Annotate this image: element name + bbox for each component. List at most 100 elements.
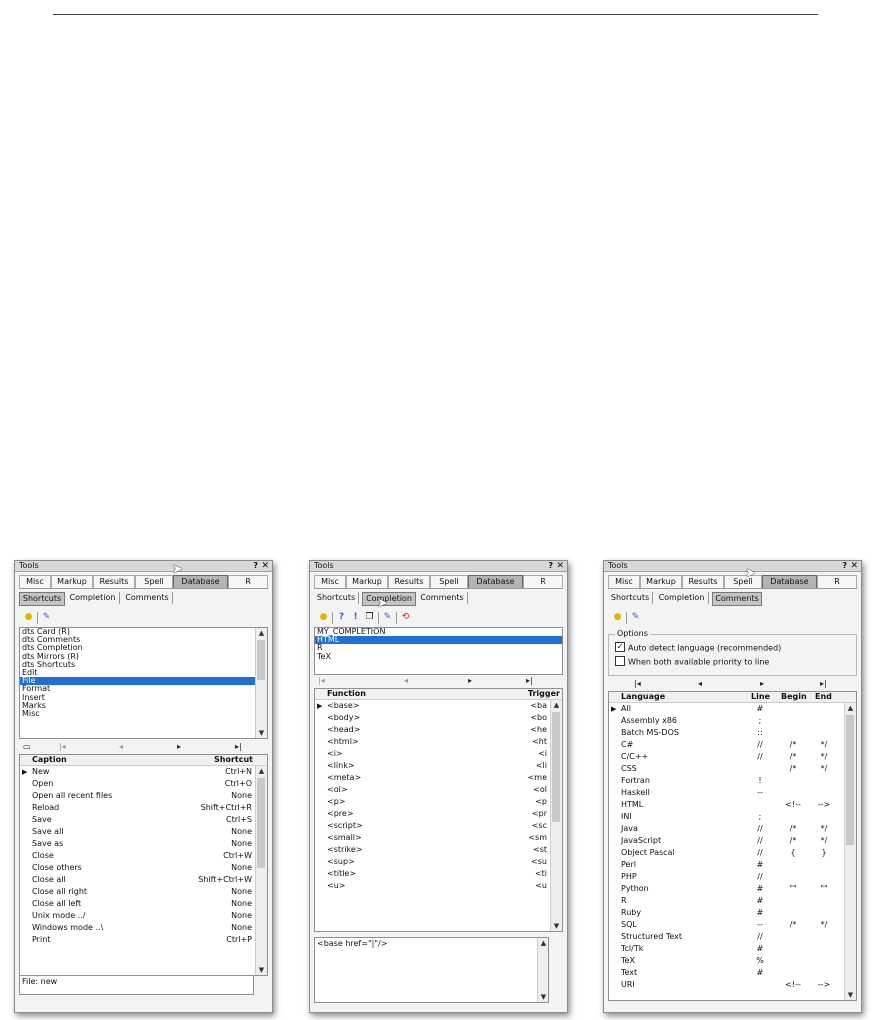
table-row[interactable]: C/C++ // /* */ — [609, 751, 856, 763]
scroll-thumb[interactable] — [257, 778, 265, 868]
list-item[interactable]: Insert — [20, 693, 267, 702]
table-row[interactable]: Close all Shift+Ctrl+W — [20, 874, 267, 886]
last-record-icon[interactable]: ▸| — [235, 741, 242, 752]
table-row[interactable]: Haskell -- — [609, 787, 856, 799]
scroll-up-icon[interactable]: ▲ — [551, 700, 562, 710]
bulb-icon[interactable]: ● — [318, 612, 329, 623]
table-row[interactable]: Structured Text // — [609, 931, 856, 943]
last-record-icon[interactable]: ▸| — [820, 678, 827, 689]
table-row[interactable]: <p> <p — [315, 796, 562, 808]
bulb-icon[interactable]: ● — [612, 612, 623, 623]
tab-markup[interactable]: Markup — [346, 575, 388, 588]
table-row[interactable]: TeX% — [609, 955, 856, 967]
list-item[interactable]: Format — [20, 685, 267, 693]
next-record-icon[interactable]: ▸ — [468, 675, 472, 686]
close-icon[interactable]: ✕ — [850, 561, 858, 571]
tab-results[interactable]: Results — [682, 575, 724, 588]
list-item-selected[interactable]: HTML — [315, 635, 562, 645]
table-row[interactable]: ▶ All # — [609, 703, 856, 715]
table-row[interactable]: Print Ctrl+P — [20, 934, 267, 946]
priority-line-checkbox[interactable]: When both available priority to line — [615, 656, 769, 668]
table-row[interactable]: CSS /* */ — [609, 763, 856, 775]
help-icon[interactable]: ? — [548, 561, 553, 571]
checkbox-unchecked[interactable] — [615, 656, 625, 666]
table-row[interactable]: Object Pascal // {} — [609, 847, 856, 859]
bulb-icon[interactable]: ● — [23, 612, 34, 623]
tab-misc[interactable]: Misc — [608, 575, 640, 588]
scroll-up-icon[interactable]: ▲ — [256, 628, 267, 638]
edit-icon[interactable]: ✎ — [41, 612, 52, 623]
scroll-down-icon[interactable]: ▼ — [256, 728, 267, 738]
scroll-down-icon[interactable]: ▼ — [845, 990, 856, 1000]
subtab-comments[interactable]: Comments — [122, 592, 173, 604]
subtab-completion[interactable]: Completion — [66, 592, 120, 604]
table-row[interactable]: ▶ <base> <ba — [315, 700, 562, 712]
prev-record-icon[interactable]: ◂ — [119, 741, 123, 752]
table-row[interactable]: Unix mode ../ None — [20, 910, 267, 922]
memo-scrollbar[interactable]: ▲ ▼ — [537, 938, 548, 1002]
edit-icon[interactable]: ✎ — [382, 612, 393, 623]
list-item[interactable]: Marks — [20, 701, 267, 710]
column-header-function[interactable]: Function — [327, 689, 366, 699]
tab-misc[interactable]: Misc — [19, 575, 51, 588]
tab-spell[interactable]: Spell — [724, 575, 762, 588]
column-header-trigger[interactable]: Trigger — [528, 689, 560, 699]
table-row[interactable]: R # — [609, 895, 856, 907]
table-row[interactable]: Close Ctrl+W — [20, 850, 267, 862]
column-header-shortcut[interactable]: Shortcut — [214, 755, 253, 765]
scroll-down-icon[interactable]: ▼ — [256, 965, 267, 975]
tab-markup[interactable]: Markup — [640, 575, 682, 588]
scroll-up-icon[interactable]: ▲ — [256, 766, 267, 776]
table-row[interactable]: Close all left None — [20, 898, 267, 910]
table-row[interactable]: C# // /* */ — [609, 739, 856, 751]
table-row[interactable]: Fortran! — [609, 775, 856, 787]
tab-results[interactable]: Results — [93, 575, 135, 588]
history-icon[interactable]: ⟲ — [400, 612, 411, 623]
scroll-up-icon[interactable]: ▲ — [845, 703, 856, 713]
table-row[interactable]: Close all right None — [20, 886, 267, 898]
table-row[interactable]: Ruby # — [609, 907, 856, 919]
table-row[interactable]: <head> <he — [315, 724, 562, 736]
table-row[interactable]: Save as None — [20, 838, 267, 850]
column-header-caption[interactable]: Caption — [32, 755, 67, 765]
subtab-shortcuts[interactable]: Shortcuts — [314, 592, 359, 604]
column-header-language[interactable]: Language — [621, 692, 665, 702]
first-record-icon[interactable]: |◂ — [634, 678, 641, 689]
scroll-thumb[interactable] — [846, 715, 854, 845]
scroll-up-icon[interactable]: ▲ — [538, 938, 549, 948]
table-row[interactable]: <script> <sc — [315, 820, 562, 832]
language-list[interactable]: MY_COMPLETION HTML R TeX — [314, 627, 563, 675]
subtab-shortcuts[interactable]: Shortcuts — [608, 592, 653, 604]
list-item[interactable]: dts Shortcuts — [20, 660, 267, 669]
edit-icon[interactable]: ✎ — [630, 612, 641, 623]
table-row[interactable]: <u> <u — [315, 880, 562, 892]
copy-icon[interactable]: ❐ — [364, 612, 375, 623]
tab-markup[interactable]: Markup — [51, 575, 93, 588]
first-record-icon[interactable]: |◂ — [318, 675, 325, 686]
grid-scrollbar[interactable]: ▲ ▼ — [255, 766, 267, 975]
tab-database[interactable]: Database — [762, 575, 817, 588]
table-row[interactable]: INI; — [609, 811, 856, 823]
table-row[interactable]: <body> <bo — [315, 712, 562, 724]
table-row[interactable]: Open all recent files None — [20, 790, 267, 802]
subtab-shortcuts[interactable]: Shortcuts — [19, 592, 65, 606]
close-icon[interactable]: ✕ — [556, 561, 564, 571]
tab-spell[interactable]: Spell — [135, 575, 173, 588]
scroll-thumb[interactable] — [257, 640, 265, 680]
table-row[interactable]: Assembly x86; — [609, 715, 856, 727]
new-document-icon[interactable]: ▭ — [23, 741, 31, 752]
subtab-comments[interactable]: Comments — [417, 592, 468, 604]
table-row[interactable]: <link> <li — [315, 760, 562, 772]
table-row[interactable]: <html> <ht — [315, 736, 562, 748]
tab-database[interactable]: Database — [468, 575, 523, 588]
table-row[interactable]: <meta> <me — [315, 772, 562, 784]
first-record-icon[interactable]: |◂ — [59, 741, 66, 752]
table-row[interactable]: Windows mode ..\ None — [20, 922, 267, 934]
next-record-icon[interactable]: ▸ — [760, 678, 764, 689]
table-row[interactable]: HTML <!-- --> — [609, 799, 856, 811]
column-header-end[interactable]: End — [815, 692, 832, 702]
column-header-line[interactable]: Line — [751, 692, 770, 702]
table-row[interactable]: Text # — [609, 967, 856, 979]
grid-scrollbar[interactable]: ▲ ▼ — [844, 703, 856, 1000]
table-row[interactable]: Save all None — [20, 826, 267, 838]
